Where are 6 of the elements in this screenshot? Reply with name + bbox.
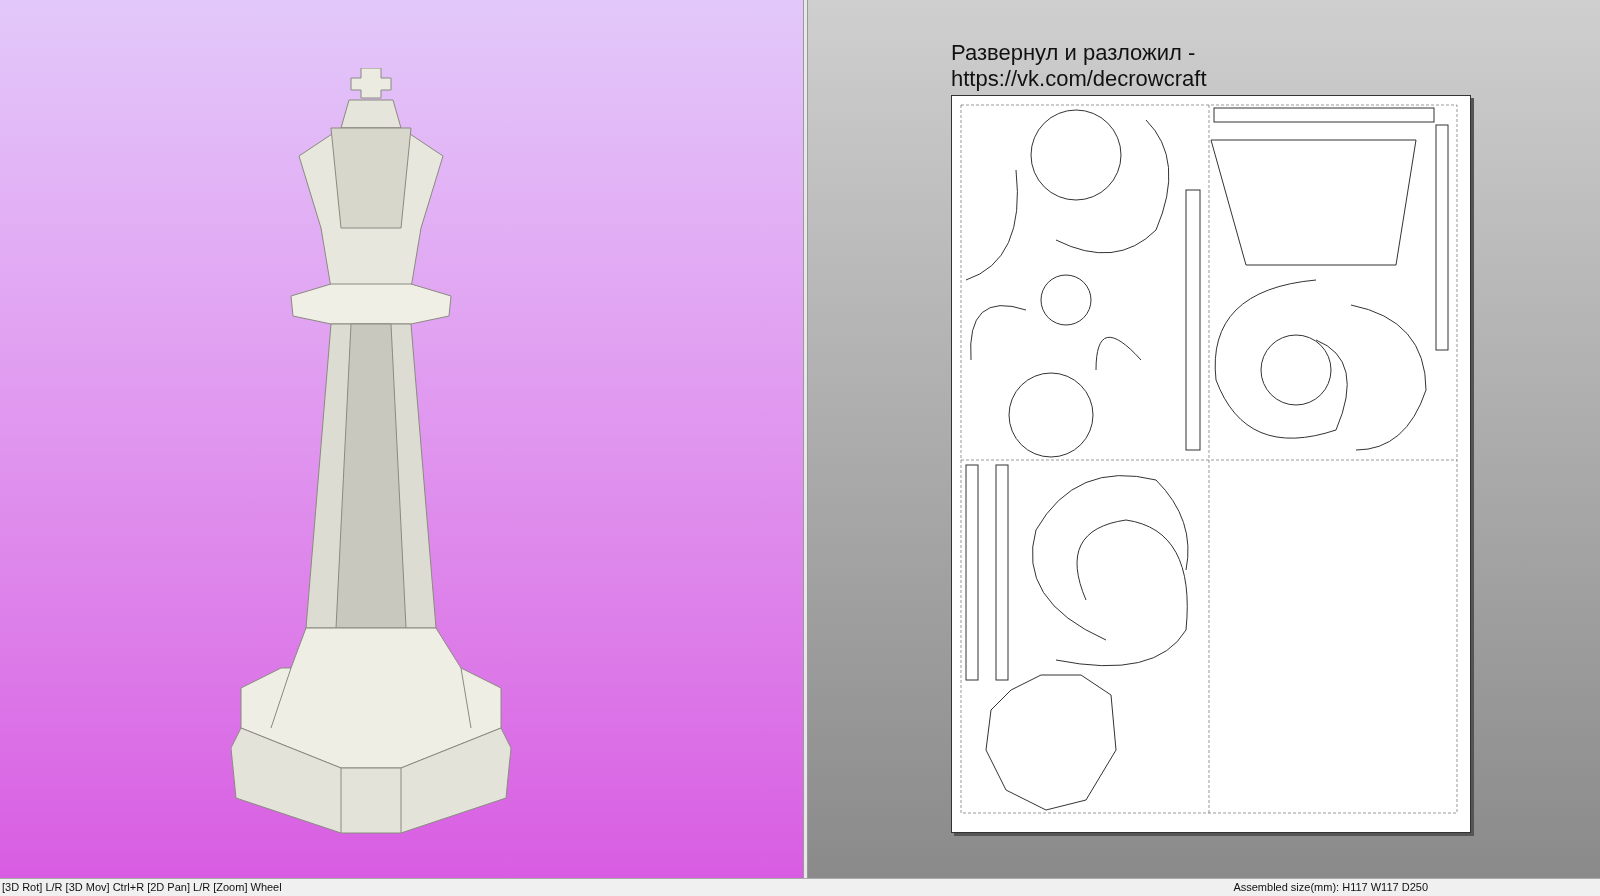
2d-viewport[interactable]: Развернул и разложил - https://vk.com/decrowcraft (808, 0, 1600, 878)
controls-hint-text: [3D Rot] L/R [3D Mov] Ctrl+R [2D Pan] L/R [Zoom] Wheel (2, 880, 282, 896)
annotation-text: Развернул и разложил - (951, 40, 1197, 66)
annotation-text: https://vk.com/decrowcraft (951, 66, 1208, 92)
3d-viewport[interactable] (0, 0, 803, 878)
assembled-size-text: Assembled size(mm): H117 W117 D250 (1233, 880, 1428, 896)
